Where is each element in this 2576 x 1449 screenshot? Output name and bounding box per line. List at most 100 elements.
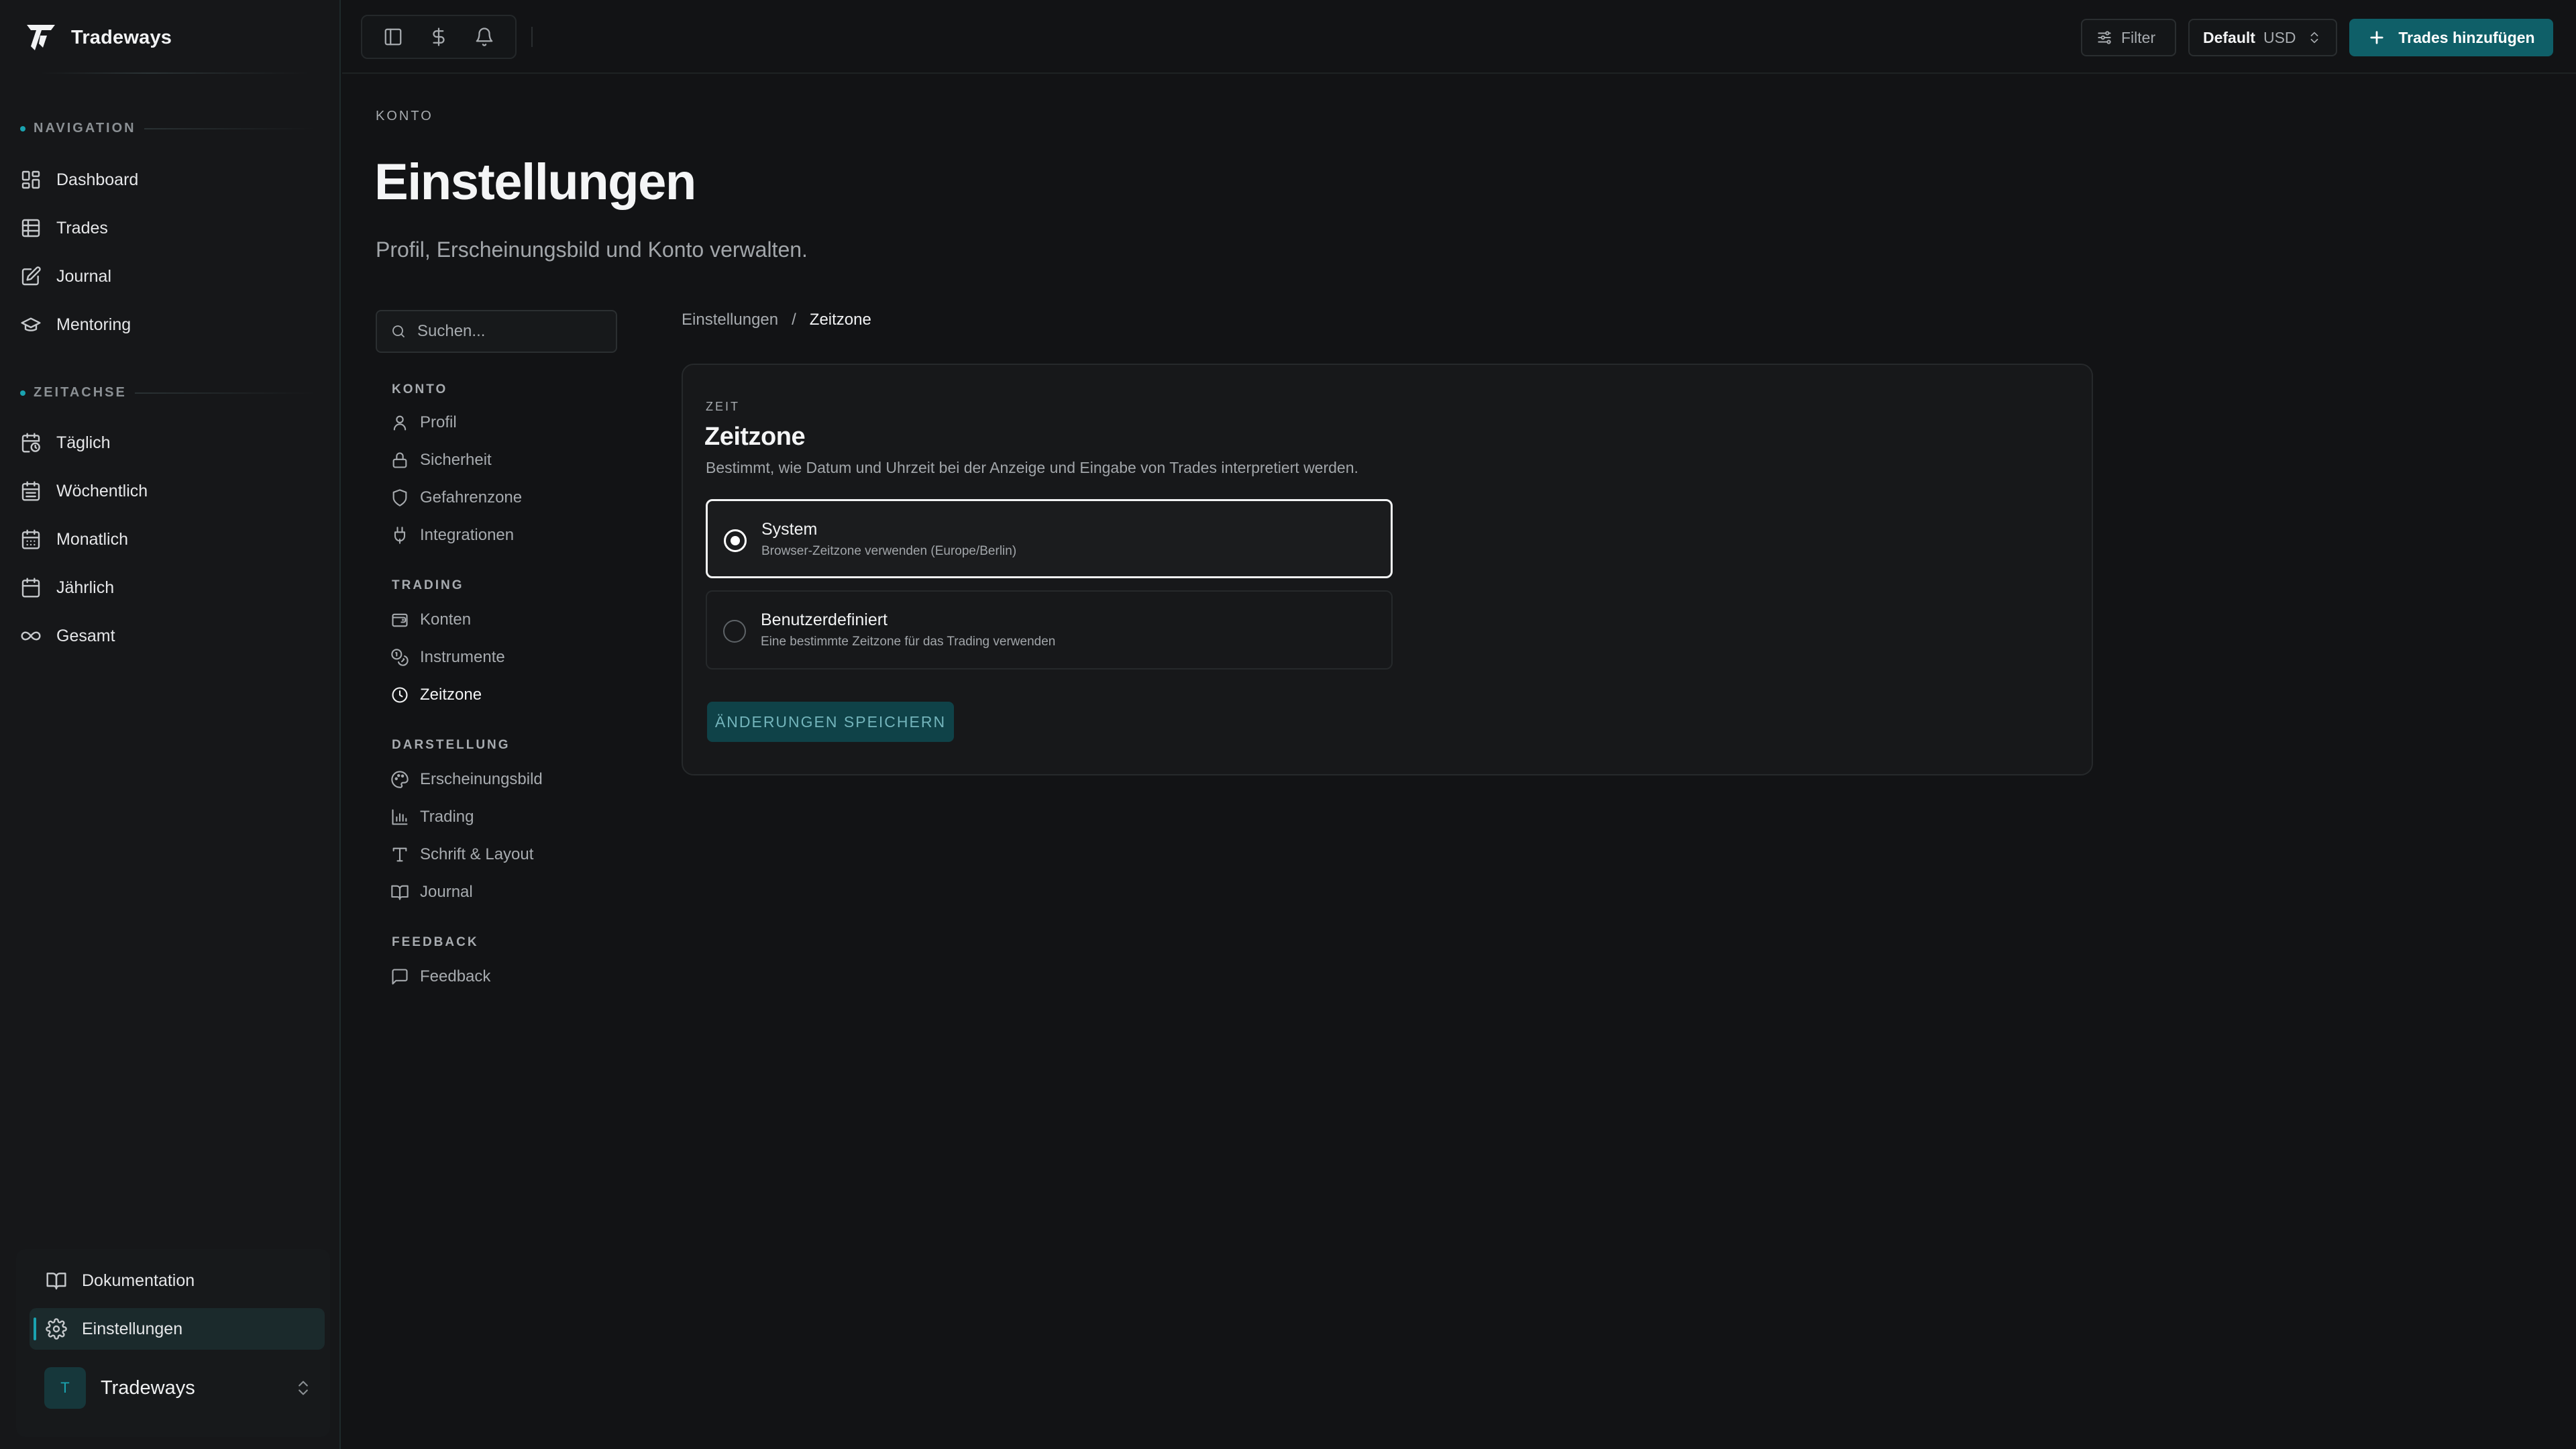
- table-icon: [20, 217, 42, 239]
- settings-item-font-layout[interactable]: Schrift & Layout: [390, 840, 612, 869]
- bell-icon[interactable]: [472, 25, 496, 49]
- settings-item-security[interactable]: Sicherheit: [390, 445, 612, 475]
- nav-label: Einstellungen: [82, 1319, 183, 1338]
- nav-label: Gesamt: [56, 626, 115, 645]
- chevrons-up-down-icon: [2307, 30, 2322, 45]
- search-icon: [390, 323, 407, 339]
- settings-item-label: Integrationen: [420, 526, 515, 544]
- card-description: Bestimmt, wie Datum und Uhrzeit bei der …: [706, 459, 1358, 476]
- timezone-option-custom[interactable]: Benutzerdefiniert Eine bestimmte Zeitzon…: [706, 590, 1393, 669]
- lock-icon: [390, 451, 409, 470]
- settings-item-label: Erscheinungsbild: [420, 770, 543, 788]
- settings-item-timezone[interactable]: Zeitzone: [390, 680, 612, 710]
- dollar-icon[interactable]: [427, 25, 451, 49]
- settings-item-label: Konten: [420, 610, 472, 629]
- nav-label: Wöchentlich: [56, 481, 148, 500]
- breadcrumb-parent[interactable]: Einstellungen: [682, 311, 778, 329]
- sidebar-footer: Dokumentation Einstellungen T Tradeways: [16, 1249, 330, 1437]
- settings-item-feedback[interactable]: Feedback: [390, 962, 612, 991]
- nav-item-dashboard[interactable]: Dashboard: [20, 160, 315, 200]
- workspace-name: Tradeways: [101, 1377, 195, 1399]
- message-square-icon: [390, 967, 409, 986]
- settings-item-integrations[interactable]: Integrationen: [390, 521, 612, 550]
- calendar-week-icon: [20, 480, 42, 502]
- section-timeline: ZEITACHSE: [20, 385, 315, 400]
- option-subtitle: Browser-Zeitzone verwenden (Europe/Berli…: [761, 544, 1017, 558]
- nav-item-trades[interactable]: Trades: [20, 208, 315, 248]
- section-navigation: NAVIGATION: [20, 121, 315, 136]
- nav-item-monthly[interactable]: Monatlich: [20, 519, 315, 559]
- sliders-icon: [2096, 29, 2113, 46]
- currency-label: USD: [2263, 28, 2296, 46]
- tradeways-logo-icon: [24, 21, 58, 54]
- timezone-card: ZEIT Zeitzone Bestimmt, wie Datum und Uh…: [682, 364, 2093, 775]
- edit-note-icon: [20, 266, 42, 287]
- settings-item-label: Trading: [420, 808, 474, 826]
- settings-item-instruments[interactable]: Instrumente: [390, 643, 612, 672]
- sidebar-toggle-icon[interactable]: [381, 25, 405, 49]
- nav-item-mentoring[interactable]: Mentoring: [20, 305, 315, 345]
- breadcrumb-separator: /: [792, 311, 796, 329]
- type-icon: [390, 845, 409, 864]
- radio-button[interactable]: [724, 529, 747, 552]
- nav-item-weekly[interactable]: Wöchentlich: [20, 471, 315, 511]
- nav-item-journal[interactable]: Journal: [20, 256, 315, 297]
- nav-label: Dokumentation: [82, 1271, 195, 1290]
- infinity-icon: [20, 625, 42, 647]
- add-trades-button[interactable]: Trades hinzufügen: [2349, 19, 2553, 56]
- settings-item-trading[interactable]: Trading: [390, 802, 612, 832]
- settings-item-label: Sicherheit: [420, 451, 492, 469]
- timezone-option-system[interactable]: System Browser-Zeitzone verwenden (Europ…: [706, 499, 1393, 578]
- book-open-icon: [390, 883, 409, 902]
- nav-label: Jährlich: [56, 578, 115, 597]
- option-title: System: [761, 520, 818, 539]
- settings-item-label: Journal: [420, 883, 473, 901]
- filter-label: Filter: [2121, 28, 2156, 46]
- settings-item-accounts[interactable]: Konten: [390, 605, 612, 635]
- chevrons-up-down-icon: [294, 1379, 313, 1397]
- option-subtitle: Eine bestimmte Zeitzone für das Trading …: [761, 635, 1056, 649]
- section-label: NAVIGATION: [34, 121, 136, 136]
- settings-item-label: Profil: [420, 413, 457, 431]
- divider: [134, 392, 315, 394]
- nav-item-total[interactable]: Gesamt: [20, 616, 315, 656]
- save-changes-button[interactable]: ÄNDERUNGEN SPEICHERN: [707, 702, 954, 742]
- page-title: Einstellungen: [374, 154, 696, 211]
- dashboard-icon: [20, 169, 42, 191]
- search-input[interactable]: [417, 322, 598, 341]
- nav-item-yearly[interactable]: Jährlich: [20, 568, 315, 608]
- nav-item-daily[interactable]: Täglich: [20, 423, 315, 463]
- nav-label: Dashboard: [56, 170, 139, 189]
- settings-item-journal[interactable]: Journal: [390, 877, 612, 907]
- settings-item-appearance[interactable]: Erscheinungsbild: [390, 765, 612, 794]
- nav-item-documentation[interactable]: Dokumentation: [30, 1260, 325, 1301]
- search-input-wrapper[interactable]: [376, 310, 617, 353]
- wallet-icon: [390, 610, 409, 629]
- settings-item-profile[interactable]: Profil: [390, 408, 612, 437]
- shield-icon: [390, 488, 409, 507]
- section-dot: [20, 390, 25, 396]
- option-title: Benutzerdefiniert: [761, 610, 888, 629]
- radio-button[interactable]: [723, 620, 746, 643]
- brand-name: Tradeways: [71, 26, 172, 48]
- nav-item-settings[interactable]: Einstellungen: [30, 1308, 325, 1350]
- divider: [40, 72, 309, 74]
- settings-item-label: Feedback: [420, 967, 491, 985]
- brand[interactable]: Tradeways: [24, 17, 172, 58]
- plug-icon: [390, 526, 409, 545]
- settings-item-label: Gefahrenzone: [420, 488, 523, 506]
- filter-button[interactable]: Filter: [2081, 19, 2176, 56]
- add-trades-label: Trades hinzufügen: [2398, 28, 2535, 46]
- clock-icon: [390, 686, 409, 704]
- sidebar: Tradeways NAVIGATION Dashboard Trades Jo…: [0, 0, 341, 1449]
- settings-item-danger-zone[interactable]: Gefahrenzone: [390, 483, 612, 513]
- account-select[interactable]: Default USD: [2188, 19, 2337, 56]
- settings-item-label: Schrift & Layout: [420, 845, 534, 863]
- calendar-month-icon: [20, 529, 42, 550]
- section-dot: [20, 125, 25, 131]
- calendar-clock-icon: [20, 432, 42, 453]
- settings-group-label: KONTO: [392, 382, 448, 396]
- workspace-switcher[interactable]: T Tradeways: [30, 1362, 325, 1414]
- user-icon: [390, 413, 409, 432]
- page-eyebrow: KONTO: [376, 109, 433, 123]
